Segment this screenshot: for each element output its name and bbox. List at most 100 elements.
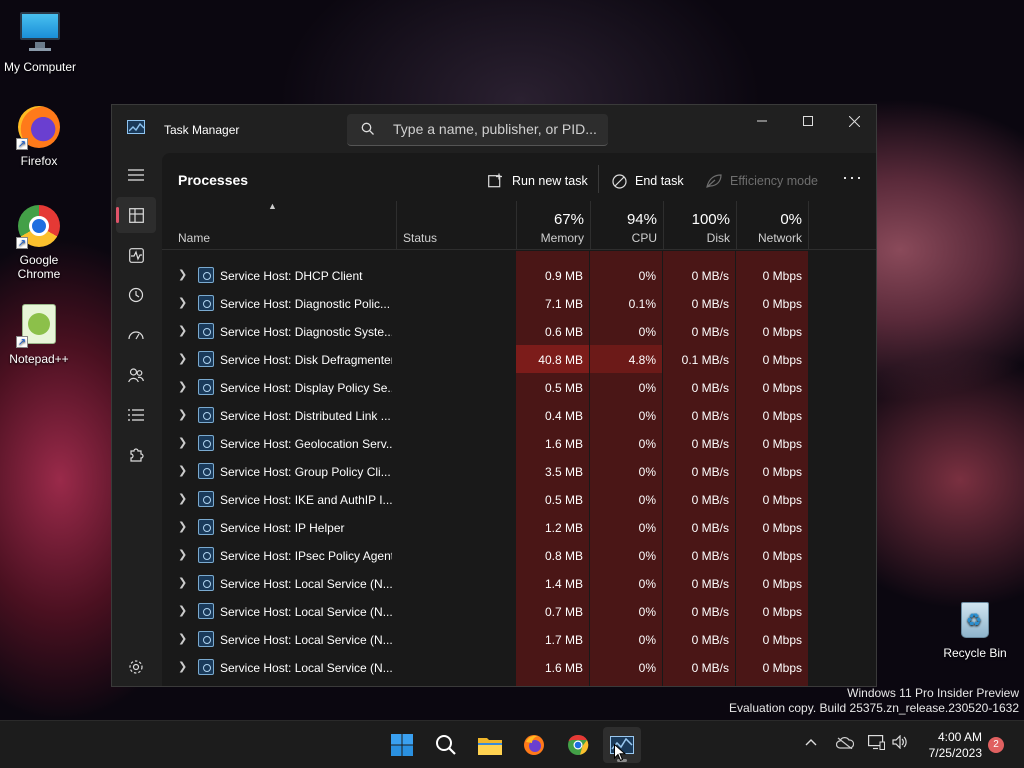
process-network: 0 Mbps [736,401,808,429]
chrome-icon: ↗ [16,203,62,249]
process-disk: 0 MB/s [663,373,735,401]
disk-total-percent: 100% [691,211,730,228]
table-row[interactable]: ❯ Service Host: Local Service (N... 0.7 MB… [162,597,808,625]
process-network: 0 Mbps [736,289,808,317]
table-row[interactable]: ❯ Service Host: Local Service (N... 1.6 MB… [162,653,808,681]
table-row[interactable]: ❯ Service Host: IKE and AuthIP I... 0.5 MB… [162,485,808,513]
taskbar-clock[interactable]: 4:00 AM 7/25/2023 [918,729,982,761]
onedrive-tray-button[interactable] [835,736,855,752]
table-row[interactable]: ❯ Service Host: Display Policy Se... 0.5 M… [162,373,808,401]
chrome-icon [568,734,589,755]
table-header: ▲ Name Status 67% Memory 94% CPU 100% Di… [162,201,876,250]
process-network: 0 Mbps [736,653,808,681]
maximize-icon [803,116,813,126]
process-memory: 0.9 MB [516,261,589,289]
nav-startup-apps[interactable] [116,317,156,353]
table-row[interactable]: ❯ Service Host: Distributed Link ... 0.4 M… [162,401,808,429]
process-disk: 0 MB/s [663,317,735,345]
process-disk: 0 MB/s [663,625,735,653]
search-box[interactable] [347,114,608,146]
column-header-status[interactable]: Status [396,201,516,250]
speaker-icon [892,734,907,750]
desktop-icon-label: Recycle Bin [943,646,1007,660]
desktop-icon-firefox[interactable]: ↗ Firefox [0,104,79,168]
title-bar[interactable]: Task Manager [112,105,876,153]
expand-chevron-icon[interactable]: ❯ [178,660,187,673]
expand-chevron-icon[interactable]: ❯ [178,492,187,505]
taskbar-search-button[interactable] [427,727,465,763]
expand-chevron-icon[interactable]: ❯ [178,352,187,365]
process-cpu: 0% [590,317,662,345]
desktop-icon-recycle-bin[interactable]: Recycle Bin [935,596,1015,660]
table-row[interactable]: ❯ Service Host: Local Service (N... 1.4 MB… [162,569,808,597]
efficiency-mode-button[interactable]: Efficiency mode [706,167,818,195]
windows-start-icon [391,734,413,756]
expand-chevron-icon[interactable]: ❯ [178,576,187,589]
network-tray-button[interactable] [868,735,885,753]
expand-chevron-icon[interactable]: ❯ [178,548,187,561]
column-header-name[interactable]: Name [162,201,396,250]
desktop-icon-my-computer[interactable]: My Computer [0,10,80,74]
table-row[interactable]: ❯ Service Host: IPsec Policy Agent 0.8 MB 0… [162,541,808,569]
table-row[interactable]: ❯ Service Host: Geolocation Serv... 1.6 MB… [162,429,808,457]
expand-chevron-icon[interactable]: ❯ [178,520,187,533]
table-row[interactable]: ❯ Service Host: Diagnostic Syste... 0.6 MB… [162,317,808,345]
process-list: ❯ Service Host: DHCP Client 0.9 MB 0% 0 MB/s… [162,251,876,686]
expand-chevron-icon[interactable]: ❯ [178,632,187,645]
start-button[interactable] [383,727,421,763]
more-options-button[interactable]: ··· [842,167,863,195]
expand-chevron-icon[interactable]: ❯ [178,380,187,393]
service-host-icon [198,491,214,507]
show-hidden-icons-button[interactable] [805,733,817,749]
column-header-disk[interactable]: 100% Disk [663,201,736,250]
process-cpu: 0% [590,625,662,653]
table-row[interactable]: ❯ Service Host: Group Policy Cli... 3.5 MB… [162,457,808,485]
column-header-cpu[interactable]: 94% CPU [590,201,663,250]
expand-chevron-icon[interactable]: ❯ [178,408,187,421]
minimize-button[interactable] [739,105,785,137]
volume-tray-button[interactable] [892,734,908,752]
expand-chevron-icon[interactable]: ❯ [178,296,187,309]
history-icon [128,287,144,303]
end-task-icon [612,173,627,189]
end-task-button[interactable]: End task [612,167,684,195]
maximize-button[interactable] [785,105,831,137]
desktop-icon-notepadpp[interactable]: ↗ Notepad++ [0,302,79,366]
nav-app-history[interactable] [116,277,156,313]
table-row[interactable]: ❯ Service Host: Disk Defragmenter 40.8 MB 4… [162,345,808,373]
table-row[interactable]: ❯ Service Host: Diagnostic Polic... 7.1 MB… [162,289,808,317]
search-input[interactable] [393,114,603,144]
hamburger-menu-button[interactable] [116,157,156,193]
expand-chevron-icon[interactable]: ❯ [178,268,187,281]
expand-chevron-icon[interactable]: ❯ [178,324,187,337]
nav-details[interactable] [116,397,156,433]
process-network: 0 Mbps [736,625,808,653]
nav-performance[interactable] [116,237,156,273]
expand-chevron-icon[interactable]: ❯ [178,436,187,449]
expand-chevron-icon[interactable]: ❯ [178,464,187,477]
nav-services[interactable] [116,437,156,473]
expand-chevron-icon[interactable]: ❯ [178,604,187,617]
toolbar-divider [598,165,599,193]
process-name: Service Host: Distributed Link ... [220,409,391,423]
taskbar-firefox[interactable] [515,727,553,763]
nav-settings[interactable] [116,649,156,685]
notification-badge[interactable]: 2 [988,737,1004,753]
table-row[interactable]: ❯ Service Host: Local Service (N... 1.7 MB… [162,625,808,653]
table-row[interactable]: ❯ Service Host: IP Helper 1.2 MB 0% 0 MB/s 0 … [162,513,808,541]
process-name: Service Host: IP Helper [220,521,345,535]
run-new-task-button[interactable]: Run new task [488,167,588,195]
table-row[interactable]: ❯ Service Host: DHCP Client 0.9 MB 0% 0 MB/s… [162,261,808,289]
column-header-memory[interactable]: 67% Memory [516,201,590,250]
nav-processes[interactable] [116,197,156,233]
taskbar-file-explorer[interactable] [471,727,509,763]
close-button[interactable] [831,105,876,137]
nav-users[interactable] [116,357,156,393]
recycle-bin-icon [952,596,998,642]
desktop-icon-label: My Computer [3,60,77,74]
column-header-network[interactable]: 0% Network [736,201,809,250]
process-cpu: 0% [590,597,662,625]
taskbar-chrome[interactable] [559,727,597,763]
desktop-icon-google-chrome[interactable]: ↗ Google Chrome [0,203,79,281]
desktop-icon-label: Firefox [20,154,58,168]
